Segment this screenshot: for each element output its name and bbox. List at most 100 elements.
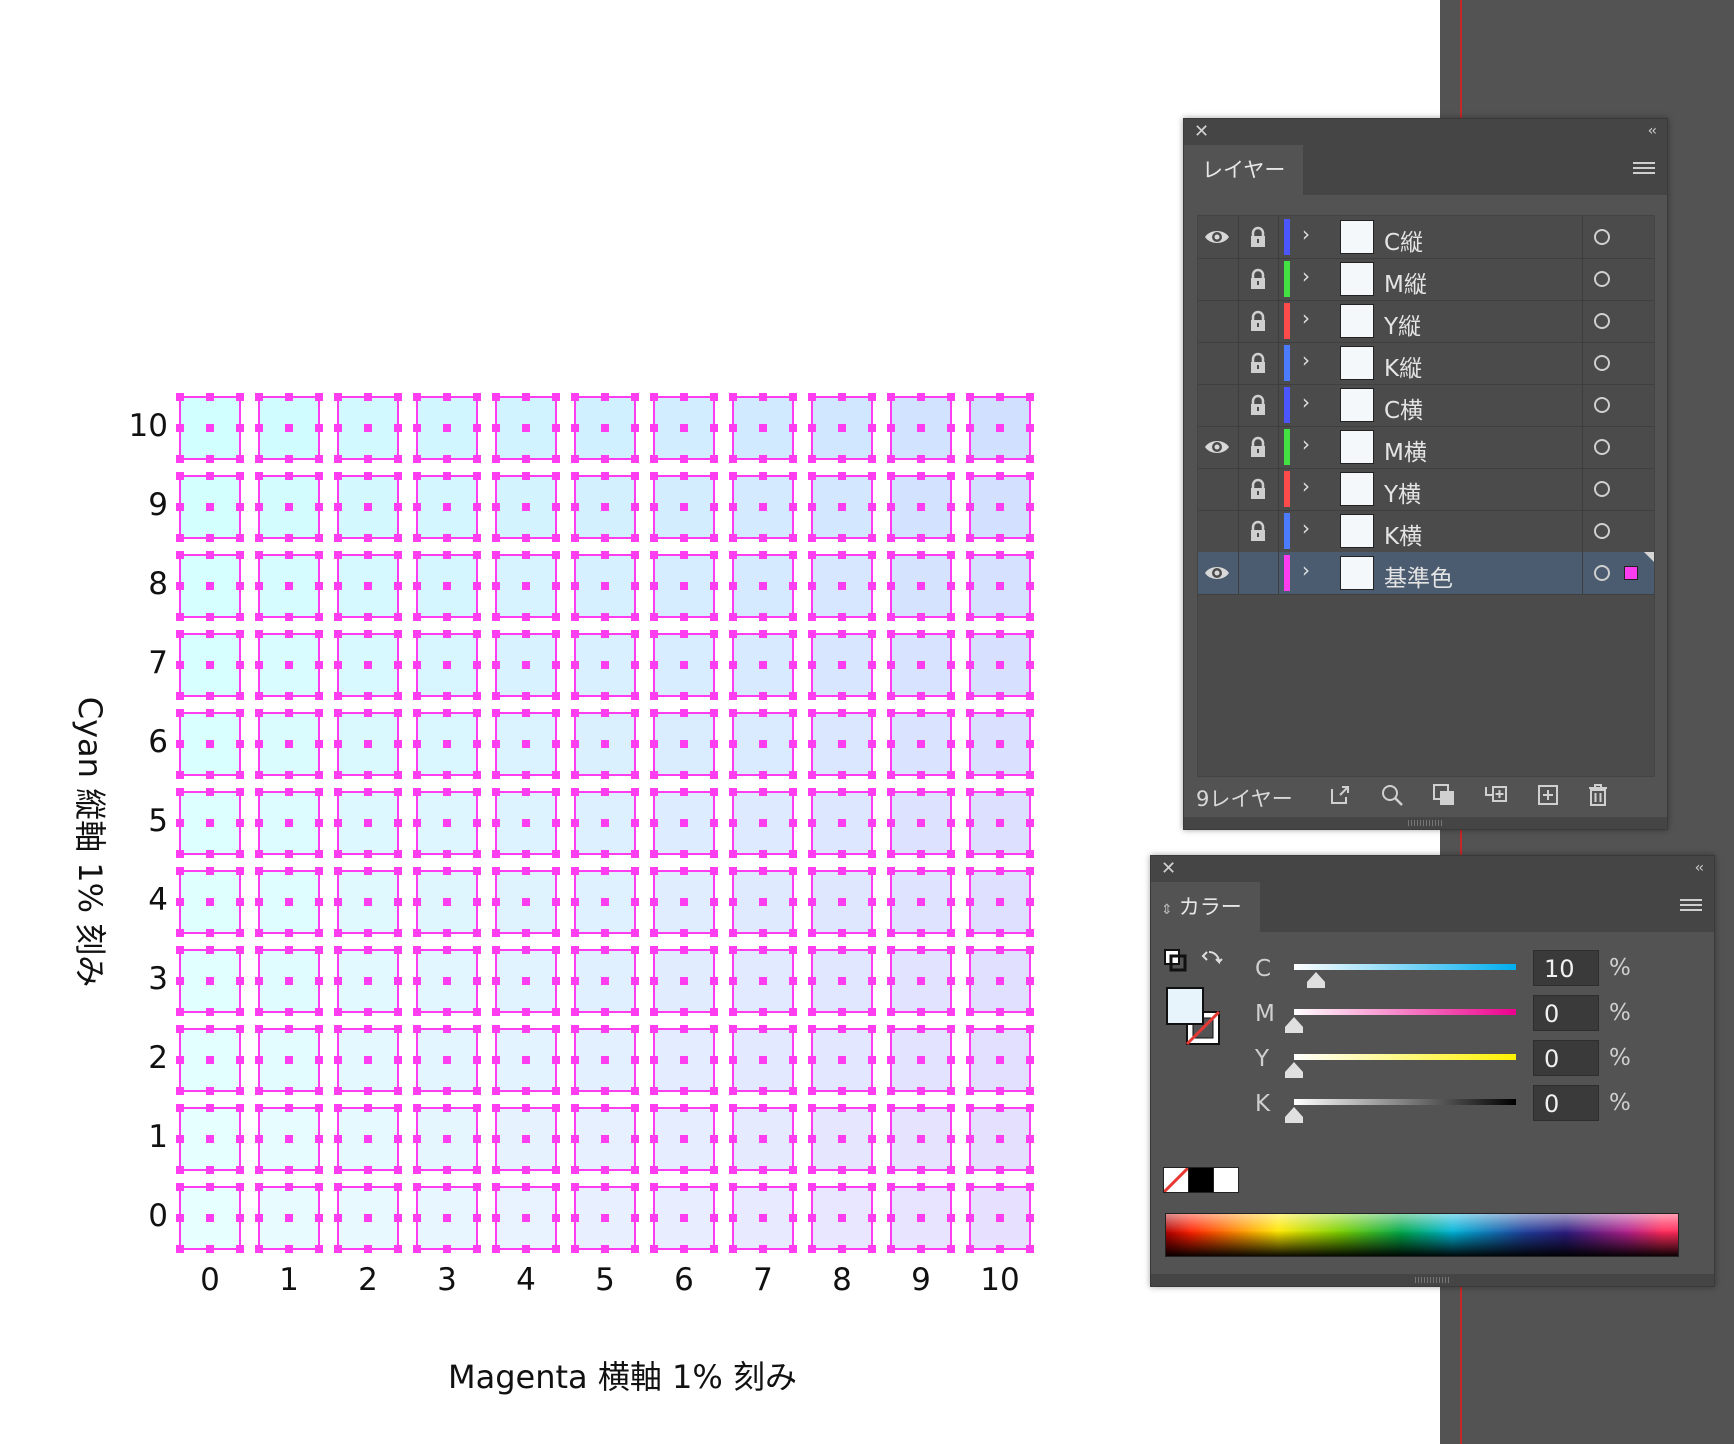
anchor-handle[interactable] (729, 867, 737, 875)
swatch-cell[interactable] (808, 1104, 876, 1174)
anchor-handle[interactable] (206, 867, 214, 875)
swatch-cell[interactable] (729, 1104, 797, 1174)
anchor-handle[interactable] (947, 1135, 955, 1143)
center-point[interactable] (522, 898, 530, 906)
swatch-cell[interactable] (571, 551, 639, 621)
center-point[interactable] (759, 424, 767, 432)
anchor-handle[interactable] (966, 1183, 974, 1191)
anchor-handle[interactable] (601, 551, 609, 559)
anchor-handle[interactable] (631, 929, 639, 937)
anchor-handle[interactable] (443, 771, 451, 779)
anchor-handle[interactable] (887, 582, 895, 590)
anchor-handle[interactable] (1026, 551, 1034, 559)
anchor-handle[interactable] (868, 1104, 876, 1112)
swatch-cell[interactable] (729, 1025, 797, 1095)
anchor-handle[interactable] (364, 850, 372, 858)
anchor-handle[interactable] (413, 709, 421, 717)
center-point[interactable] (838, 661, 846, 669)
anchor-handle[interactable] (729, 1245, 737, 1253)
anchor-handle[interactable] (1026, 472, 1034, 480)
anchor-handle[interactable] (552, 1025, 560, 1033)
anchor-handle[interactable] (996, 613, 1004, 621)
anchor-handle[interactable] (789, 898, 797, 906)
anchor-handle[interactable] (394, 472, 402, 480)
swatch-cell[interactable] (255, 709, 323, 779)
center-point[interactable] (680, 898, 688, 906)
center-point[interactable] (759, 1135, 767, 1143)
anchor-handle[interactable] (729, 393, 737, 401)
anchor-handle[interactable] (631, 582, 639, 590)
anchor-handle[interactable] (571, 898, 579, 906)
swatch-cell[interactable] (334, 551, 402, 621)
anchor-handle[interactable] (176, 455, 184, 463)
anchor-handle[interactable] (996, 1025, 1004, 1033)
swatch-cell[interactable] (887, 867, 955, 937)
anchor-handle[interactable] (601, 867, 609, 875)
swatch-cell[interactable] (808, 709, 876, 779)
anchor-handle[interactable] (808, 850, 816, 858)
swatch-cell[interactable] (808, 1183, 876, 1253)
anchor-handle[interactable] (808, 946, 816, 954)
swatch-cell[interactable] (492, 1025, 560, 1095)
anchor-handle[interactable] (552, 1087, 560, 1095)
anchor-handle[interactable] (710, 709, 718, 717)
anchor-handle[interactable] (947, 1104, 955, 1112)
layer-name[interactable]: K横 (1384, 517, 1422, 551)
anchor-handle[interactable] (966, 503, 974, 511)
anchor-handle[interactable] (631, 946, 639, 954)
anchor-handle[interactable] (315, 977, 323, 985)
anchor-handle[interactable] (996, 534, 1004, 542)
center-point[interactable] (285, 424, 293, 432)
swatch-cell[interactable] (729, 393, 797, 463)
anchor-handle[interactable] (808, 393, 816, 401)
anchor-handle[interactable] (334, 867, 342, 875)
anchor-handle[interactable] (285, 788, 293, 796)
center-point[interactable] (443, 1214, 451, 1222)
anchor-handle[interactable] (571, 613, 579, 621)
swatch-cell[interactable] (255, 630, 323, 700)
anchor-handle[interactable] (413, 1087, 421, 1095)
anchor-handle[interactable] (917, 946, 925, 954)
anchor-handle[interactable] (443, 788, 451, 796)
anchor-handle[interactable] (285, 946, 293, 954)
anchor-handle[interactable] (394, 613, 402, 621)
anchor-handle[interactable] (789, 472, 797, 480)
anchor-handle[interactable] (1026, 867, 1034, 875)
center-point[interactable] (838, 424, 846, 432)
anchor-handle[interactable] (650, 1025, 658, 1033)
center-point[interactable] (206, 582, 214, 590)
anchor-handle[interactable] (413, 946, 421, 954)
anchor-handle[interactable] (315, 1087, 323, 1095)
anchor-handle[interactable] (285, 1025, 293, 1033)
anchor-handle[interactable] (571, 630, 579, 638)
anchor-handle[interactable] (315, 582, 323, 590)
anchor-handle[interactable] (522, 709, 530, 717)
anchor-handle[interactable] (729, 977, 737, 985)
anchor-handle[interactable] (571, 1183, 579, 1191)
anchor-handle[interactable] (364, 1183, 372, 1191)
anchor-handle[interactable] (492, 1166, 500, 1174)
anchor-handle[interactable] (1026, 1135, 1034, 1143)
anchor-handle[interactable] (413, 582, 421, 590)
center-point[interactable] (364, 503, 372, 511)
anchor-handle[interactable] (176, 582, 184, 590)
anchor-handle[interactable] (552, 1056, 560, 1064)
anchor-handle[interactable] (571, 709, 579, 717)
anchor-handle[interactable] (571, 850, 579, 858)
anchor-handle[interactable] (492, 1025, 500, 1033)
center-point[interactable] (996, 740, 1004, 748)
anchor-handle[interactable] (315, 771, 323, 779)
anchor-handle[interactable] (996, 850, 1004, 858)
anchor-handle[interactable] (1026, 534, 1034, 542)
anchor-handle[interactable] (650, 534, 658, 542)
anchor-handle[interactable] (394, 630, 402, 638)
channel-value-input-c[interactable]: 10 (1533, 950, 1599, 986)
anchor-handle[interactable] (443, 534, 451, 542)
anchor-handle[interactable] (413, 977, 421, 985)
anchor-handle[interactable] (808, 1214, 816, 1222)
anchor-handle[interactable] (315, 472, 323, 480)
anchor-handle[interactable] (413, 393, 421, 401)
anchor-handle[interactable] (206, 771, 214, 779)
anchor-handle[interactable] (413, 503, 421, 511)
tab-color[interactable]: ⇕ カラー (1151, 882, 1260, 932)
